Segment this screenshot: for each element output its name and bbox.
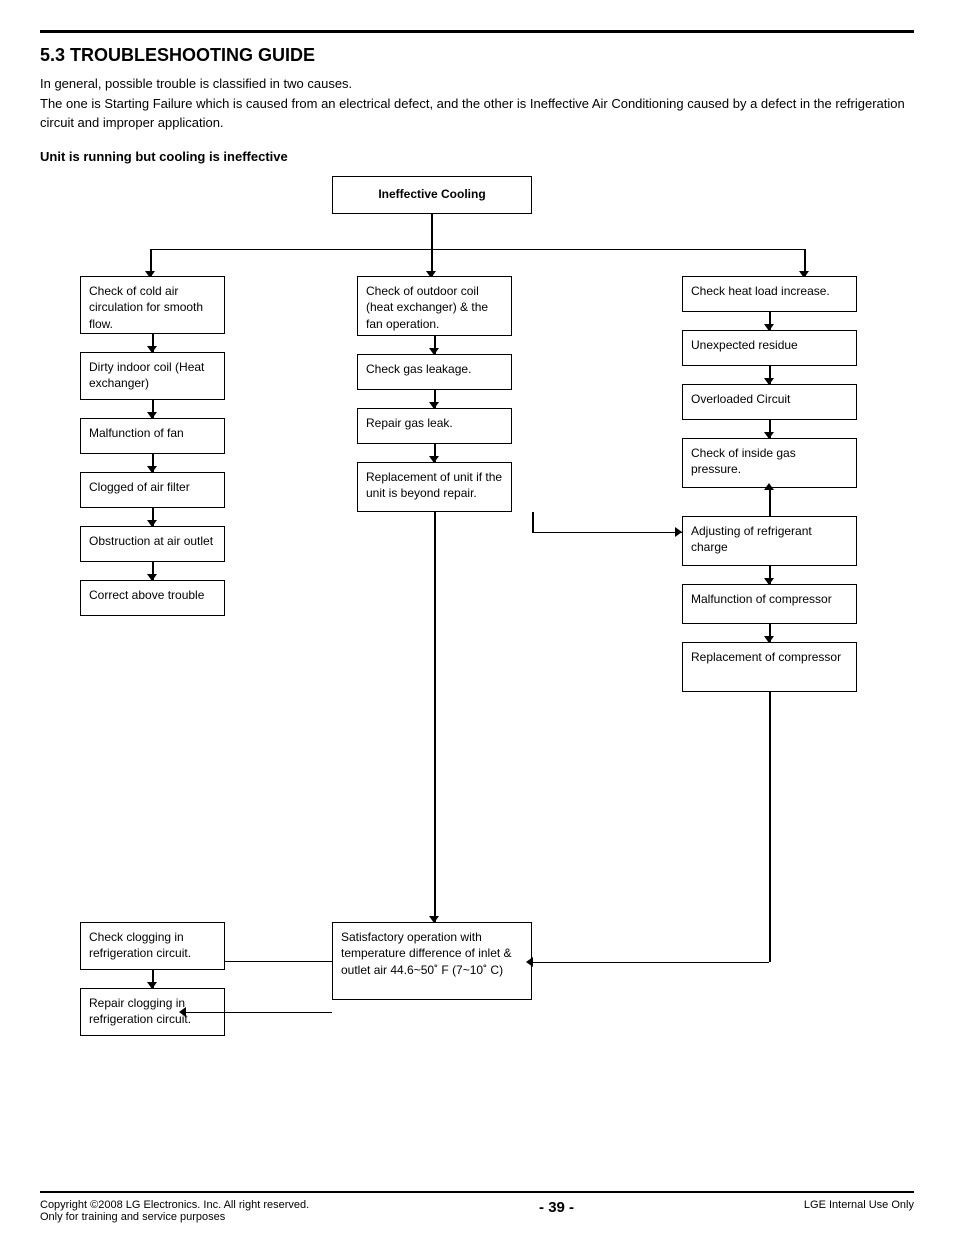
box-col2-3: Repair gas leak. [357,408,512,444]
arrow-top-stem [431,214,433,249]
box-col1-2: Dirty indoor coil (Heat exchanger) [80,352,225,400]
box-col3-6: Malfunction of compressor [682,584,857,624]
top-border [40,30,914,33]
intro-line1: In general, possible trouble is classifi… [40,76,352,91]
box-col1-3: Malfunction of fan [80,418,225,454]
box-col3-3: Overloaded Circuit [682,384,857,420]
c3-a4-up [769,488,771,516]
box-col1-4: Clogged of air filter [80,472,225,508]
box-col2-4: Replacement of unit if the unit is beyon… [357,462,512,512]
footer: Copyright ©2008 LG Electronics. Inc. All… [40,1191,914,1223]
footer-left: Copyright ©2008 LG Electronics. Inc. All… [40,1199,309,1223]
box-col1-6: Correct above trouble [80,580,225,616]
box-col2-1: Check of outdoor coil (heat exchanger) &… [357,276,512,336]
box-col3-4: Check of inside gas pressure. [682,438,857,488]
footer-left-line1: Copyright ©2008 LG Electronics. Inc. All… [40,1199,309,1211]
box-col3-7: Replacement of compressor [682,642,857,692]
footer-center: - 39 - [539,1199,574,1216]
c3-a7-horiz [532,962,769,964]
box-col1-5: Obstruction at air outlet [80,526,225,562]
c3-ah4-up [764,483,774,490]
adj-left-line [532,532,682,534]
c3-a7-down [769,692,771,962]
section-title: 5.3 TROUBLESHOOTING GUIDE [40,45,914,66]
footer-right: LGE Internal Use Only [804,1199,914,1211]
flowchart: Ineffective Cooling Check of cold air ci… [42,176,912,1046]
intro-text: In general, possible trouble is classifi… [40,74,914,133]
sub-heading: Unit is running but cooling is ineffecti… [40,149,914,164]
box-col3-2: Unexpected residue [682,330,857,366]
box-col1-1: Check of cold air circulation for smooth… [80,276,225,334]
adj-right-arrowhead [675,527,682,537]
footer-left-line2: Only for training and service purposes [40,1211,309,1223]
box-col2-5: Satisfactory operation with temperature … [332,922,532,1000]
box-col3-5: Adjusting of refrigerant charge [682,516,857,566]
sat-repair-arrowhead [179,1007,186,1017]
c2-a4 [434,512,436,922]
c3-a7-arrowhead [526,957,533,967]
box-col1-7: Check clogging in refrigeration circuit. [80,922,225,970]
box-ineffective-cooling: Ineffective Cooling [332,176,532,214]
mid-vert [532,512,534,532]
sat-repair-line [185,1012,332,1014]
page-container: 5.3 TROUBLESHOOTING GUIDE In general, po… [0,0,954,1243]
box-col2-2: Check gas leakage. [357,354,512,390]
arrow-top-horiz [150,249,805,251]
intro-line2: The one is Starting Failure which is cau… [40,96,905,131]
box-col3-1: Check heat load increase. [682,276,857,312]
